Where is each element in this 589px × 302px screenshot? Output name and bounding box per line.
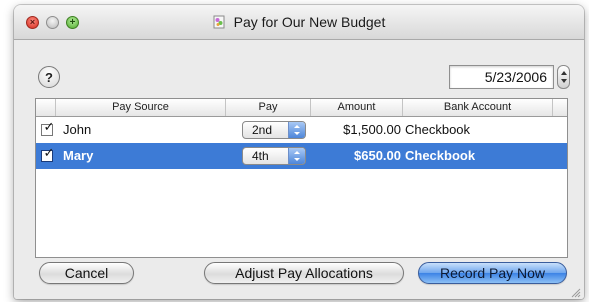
include-checkbox[interactable]: ✓ (41, 145, 54, 162)
row-check-cell: ✓ (39, 143, 55, 169)
column-header-bank-account[interactable]: Bank Account (403, 99, 553, 116)
pay-popup[interactable]: 4th (242, 147, 306, 165)
window-title-area: Pay for Our New Budget (14, 5, 584, 39)
pay-source-cell: Mary (63, 148, 94, 163)
table-header: Pay Source Pay Amount Bank Account (36, 99, 567, 117)
window-content: ? 5/23/2006 Pay Source Pay Amount Bank A… (14, 40, 584, 299)
bank-account-cell: Checkbook (405, 148, 476, 163)
table-row[interactable]: ✓ John 2nd $1,500.00 Checkbook (36, 117, 567, 143)
cancel-button[interactable]: Cancel (39, 262, 134, 284)
pay-table[interactable]: Pay Source Pay Amount Bank Account ✓ Joh… (35, 98, 568, 258)
pay-popup[interactable]: 2nd (242, 121, 306, 139)
popup-arrows-icon (288, 122, 305, 138)
adjust-pay-allocations-button[interactable]: Adjust Pay Allocations (204, 262, 404, 284)
amount-cell: $1,500.00 (343, 122, 401, 137)
bank-account-cell: Checkbook (405, 122, 471, 137)
pay-cell: 4th (242, 143, 308, 169)
column-header-pay-source[interactable]: Pay Source (56, 99, 226, 116)
help-button[interactable]: ? (38, 66, 60, 88)
record-pay-now-button[interactable]: Record Pay Now (418, 262, 567, 284)
pay-popup-value: 4th (252, 149, 269, 163)
document-icon (213, 15, 226, 29)
window-title: Pay for Our New Budget (233, 14, 386, 30)
column-header-amount[interactable]: Amount (311, 99, 403, 116)
stepper-up-icon[interactable] (561, 71, 567, 75)
stepper-down-icon[interactable] (561, 79, 567, 83)
checkmark-icon: ✓ (43, 145, 55, 160)
column-header-spacer (553, 99, 567, 116)
date-field[interactable]: 5/23/2006 (449, 65, 554, 89)
checkmark-icon: ✓ (43, 119, 55, 134)
amount-cell: $650.00 (354, 148, 401, 163)
row-check-cell: ✓ (39, 117, 55, 143)
pay-popup-value: 2nd (252, 123, 273, 137)
pay-cell: 2nd (242, 117, 308, 143)
column-header-pay[interactable]: Pay (226, 99, 311, 116)
app-window: × + Pay for Our New Budget ? 5/23/2006 P… (14, 5, 584, 299)
popup-arrows-icon (288, 148, 305, 164)
title-bar[interactable]: × + Pay for Our New Budget (14, 5, 584, 40)
date-stepper[interactable] (557, 65, 570, 89)
date-value: 5/23/2006 (484, 69, 547, 85)
resize-grip-icon[interactable] (570, 285, 581, 298)
include-checkbox[interactable]: ✓ (41, 119, 54, 136)
column-header-check[interactable] (36, 99, 56, 116)
pay-source-cell: John (63, 122, 92, 137)
help-icon: ? (45, 69, 53, 85)
table-row-selected[interactable]: ✓ Mary 4th $650.00 Checkbook (36, 143, 567, 169)
